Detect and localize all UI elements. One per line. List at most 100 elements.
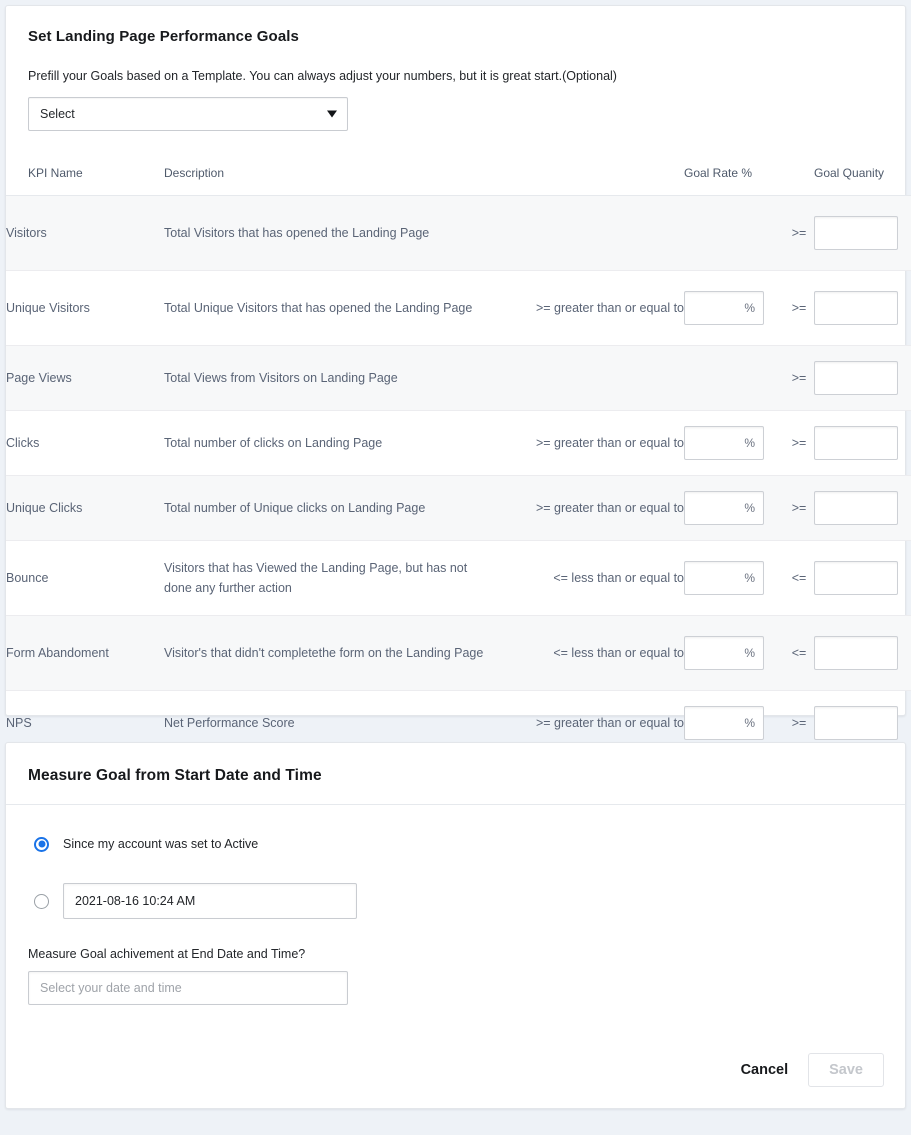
cell-goal-quanity xyxy=(814,271,911,346)
goal-rate-input[interactable]: % xyxy=(684,636,764,670)
start-date-value: 2021-08-16 10:24 AM xyxy=(75,894,195,908)
cell-operator-text: >= greater than or equal to xyxy=(494,271,684,346)
goal-quanity-input[interactable] xyxy=(814,706,898,740)
radio-custom-date[interactable] xyxy=(34,894,49,909)
goal-quanity-input[interactable] xyxy=(814,361,898,395)
measure-card-body: Since my account was set to Active 2021-… xyxy=(6,805,905,1005)
goal-quanity-input[interactable] xyxy=(814,426,898,460)
cell-kpi-name: Unique Visitors xyxy=(6,271,164,346)
template-select-value: Select xyxy=(40,107,75,121)
cell-equality-operator: >= xyxy=(784,196,814,271)
measure-title: Measure Goal from Start Date and Time xyxy=(6,743,905,785)
cell-goal-rate: % xyxy=(684,271,784,346)
goal-rate-input[interactable]: % xyxy=(684,491,764,525)
cell-goal-quanity xyxy=(814,476,911,541)
cell-goal-rate xyxy=(684,346,784,411)
save-button[interactable]: Save xyxy=(808,1053,884,1087)
cell-goal-quanity xyxy=(814,541,911,616)
goal-quanity-input[interactable] xyxy=(814,216,898,250)
cell-description: Visitors that has Viewed the Landing Pag… xyxy=(164,541,494,616)
radio-since-active[interactable] xyxy=(34,837,49,852)
header-kpi-name: KPI Name xyxy=(6,166,164,196)
end-date-placeholder: Select your date and time xyxy=(40,981,182,995)
cell-operator-text xyxy=(494,346,684,411)
goal-quanity-input[interactable] xyxy=(814,491,898,525)
goal-quanity-input[interactable] xyxy=(814,291,898,325)
header-goal-rate: Goal Rate % xyxy=(684,166,784,196)
cell-equality-operator: >= xyxy=(784,476,814,541)
prefill-description: Prefill your Goals based on a Template. … xyxy=(6,69,905,83)
table-row: BounceVisitors that has Viewed the Landi… xyxy=(6,541,911,616)
cell-kpi-name: Unique Clicks xyxy=(6,476,164,541)
percent-suffix: % xyxy=(744,301,755,315)
goal-rate-input[interactable]: % xyxy=(684,426,764,460)
cell-equality-operator: <= xyxy=(784,616,814,691)
goal-quanity-input[interactable] xyxy=(814,561,898,595)
cell-equality-operator: >= xyxy=(784,271,814,346)
end-date-label: Measure Goal achivement at End Date and … xyxy=(28,947,883,961)
cell-description: Total Unique Visitors that has opened th… xyxy=(164,271,494,346)
table-row: Page ViewsTotal Views from Visitors on L… xyxy=(6,346,911,411)
table-row: Unique ClicksTotal number of Unique clic… xyxy=(6,476,911,541)
goal-quanity-input[interactable] xyxy=(814,636,898,670)
header-eq xyxy=(784,166,814,196)
cell-equality-operator: >= xyxy=(784,346,814,411)
cell-equality-operator: >= xyxy=(784,411,814,476)
footer-actions: Cancel Save xyxy=(727,1053,884,1087)
cell-kpi-name: Visitors xyxy=(6,196,164,271)
header-operator xyxy=(494,166,684,196)
cell-goal-rate: % xyxy=(684,476,784,541)
header-goal-quanity: Goal Quanity xyxy=(814,166,911,196)
cell-goal-quanity xyxy=(814,411,911,476)
cell-kpi-name: Clicks xyxy=(6,411,164,476)
table-row: Unique VisitorsTotal Unique Visitors tha… xyxy=(6,271,911,346)
cell-goal-rate: % xyxy=(684,411,784,476)
cell-goal-rate: % xyxy=(684,541,784,616)
cell-operator-text: <= less than or equal to xyxy=(494,541,684,616)
cell-equality-operator: <= xyxy=(784,541,814,616)
goal-rate-input[interactable]: % xyxy=(684,291,764,325)
cell-operator-text: >= greater than or equal to xyxy=(494,411,684,476)
cell-kpi-name: Bounce xyxy=(6,541,164,616)
cell-description: Total Views from Visitors on Landing Pag… xyxy=(164,346,494,411)
goal-rate-input[interactable]: % xyxy=(684,561,764,595)
cell-goal-rate xyxy=(684,196,784,271)
cell-operator-text: <= less than or equal to xyxy=(494,616,684,691)
template-select[interactable]: Select xyxy=(28,97,348,131)
start-date-input[interactable]: 2021-08-16 10:24 AM xyxy=(63,883,357,919)
cell-goal-rate: % xyxy=(684,616,784,691)
cell-description: Total number of clicks on Landing Page xyxy=(164,411,494,476)
cell-kpi-name: Page Views xyxy=(6,346,164,411)
cell-goal-quanity xyxy=(814,346,911,411)
percent-suffix: % xyxy=(744,436,755,450)
kpi-table-header: KPI Name Description Goal Rate % Goal Qu… xyxy=(6,166,911,196)
page-title: Set Landing Page Performance Goals xyxy=(6,6,905,45)
goals-card: Set Landing Page Performance Goals Prefi… xyxy=(5,5,906,716)
template-select-box[interactable]: Select xyxy=(28,97,348,131)
percent-suffix: % xyxy=(744,646,755,660)
percent-suffix: % xyxy=(744,571,755,585)
cell-description: Visitor's that didn't completethe form o… xyxy=(164,616,494,691)
option-since-active-row[interactable]: Since my account was set to Active xyxy=(28,833,883,855)
chevron-down-icon xyxy=(327,111,337,118)
table-row: VisitorsTotal Visitors that has opened t… xyxy=(6,196,911,271)
measure-card-header: Measure Goal from Start Date and Time xyxy=(6,743,905,805)
measure-card: Measure Goal from Start Date and Time Si… xyxy=(5,742,906,1109)
cell-description: Total number of Unique clicks on Landing… xyxy=(164,476,494,541)
cell-operator-text: >= greater than or equal to xyxy=(494,476,684,541)
cancel-button[interactable]: Cancel xyxy=(727,1054,803,1086)
cell-operator-text xyxy=(494,196,684,271)
goal-rate-input[interactable]: % xyxy=(684,706,764,740)
percent-suffix: % xyxy=(744,716,755,730)
table-row: Form AbandomentVisitor's that didn't com… xyxy=(6,616,911,691)
cell-description: Total Visitors that has opened the Landi… xyxy=(164,196,494,271)
option-since-active-label: Since my account was set to Active xyxy=(63,837,258,851)
page-root: Set Landing Page Performance Goals Prefi… xyxy=(0,0,911,1135)
kpi-table-body: VisitorsTotal Visitors that has opened t… xyxy=(6,196,911,756)
cell-goal-quanity xyxy=(814,616,911,691)
kpi-table: KPI Name Description Goal Rate % Goal Qu… xyxy=(6,166,911,756)
option-custom-date-row[interactable]: 2021-08-16 10:24 AM xyxy=(28,883,883,919)
cell-goal-quanity xyxy=(814,196,911,271)
table-row: ClicksTotal number of clicks on Landing … xyxy=(6,411,911,476)
end-date-input[interactable]: Select your date and time xyxy=(28,971,348,1005)
